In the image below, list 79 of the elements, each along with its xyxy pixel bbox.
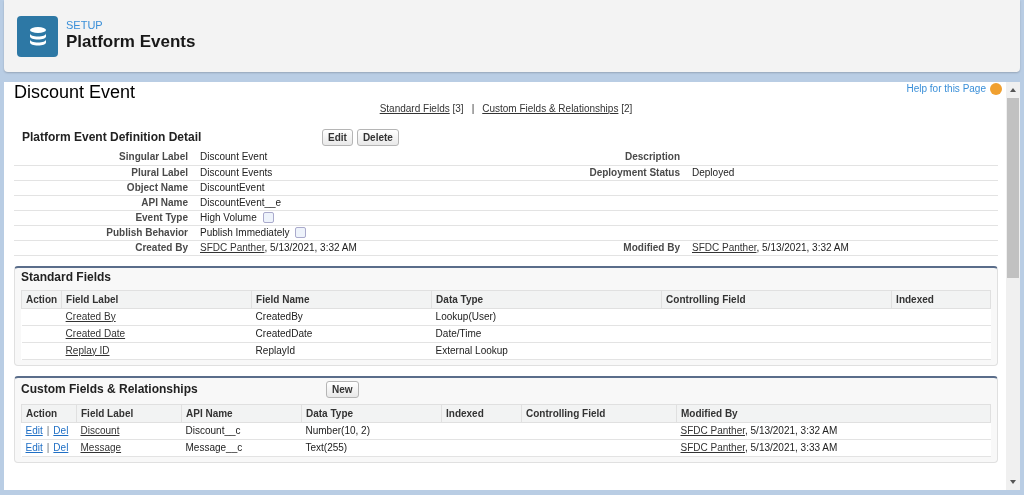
field-label: Plural Label [131, 166, 188, 178]
row-action-link[interactable]: Del [53, 424, 69, 436]
table-cell: External Lookup [431, 342, 662, 359]
column-header: Data Type [301, 404, 442, 422]
scroll-up-icon[interactable] [1009, 86, 1017, 94]
field-value: Publish Immediately [200, 226, 290, 238]
action-button[interactable]: Edit [322, 129, 353, 146]
field-value: Deployed [692, 166, 735, 178]
field-value: , 5/13/2021, 3:32 AM [756, 241, 849, 253]
scrollbar-thumb[interactable] [1007, 98, 1019, 278]
table-cell: CreatedDate [251, 325, 432, 342]
table-cell: Lookup(User) [431, 308, 662, 325]
section-title: Standard Fields [21, 270, 113, 284]
column-header: Field Label [76, 404, 182, 422]
info-icon[interactable] [262, 212, 274, 224]
breadcrumb-label: SETUP [66, 19, 104, 31]
field-label-link[interactable]: Message [80, 441, 122, 453]
user-link[interactable]: SFDC Panther [680, 441, 745, 453]
link-count: [3] [452, 103, 464, 114]
table-cell: Number(10, 2) [301, 422, 442, 439]
modified-date: , 5/13/2021, 3:33 AM [745, 441, 838, 453]
action-separator: | [46, 424, 50, 436]
field-value: , 5/13/2021, 3:32 AM [264, 241, 357, 253]
field-value: DiscountEvent__e [200, 196, 282, 208]
section-title: Platform Event Definition Detail [22, 131, 203, 144]
column-header: Field Label [61, 290, 252, 308]
field-label: Description [625, 151, 680, 162]
help-icon[interactable] [990, 82, 1002, 95]
link-separator: | [471, 103, 475, 114]
column-header: Data Type [431, 290, 662, 308]
column-header: Controlling Field [521, 404, 677, 422]
field-label: API Name [141, 196, 188, 208]
column-header: Field Name [251, 290, 432, 308]
field-label: Singular Label [119, 151, 188, 162]
record-title: Discount Event [14, 82, 136, 102]
row-action-link[interactable]: Edit [25, 441, 43, 453]
link-count: [2] [621, 103, 633, 114]
field-label-link[interactable]: Discount [80, 424, 120, 436]
field-label-link[interactable]: Created By [65, 310, 116, 322]
table-cell: CreatedBy [251, 308, 432, 325]
table-cell: Date/Time [431, 325, 662, 342]
new-button[interactable]: New [326, 380, 359, 398]
table-cell: Discount__c [181, 422, 302, 439]
page-title: Platform Events [66, 31, 196, 53]
field-label-link[interactable]: Replay ID [65, 344, 110, 356]
section-title: Custom Fields & Relationships [21, 382, 199, 396]
field-value: Discount Event [200, 151, 268, 162]
column-header: Action [21, 404, 77, 422]
action-separator: | [46, 441, 50, 453]
scroll-down-icon[interactable] [1009, 478, 1017, 486]
column-header: Action [21, 290, 62, 308]
row-action-link[interactable]: Del [53, 441, 69, 453]
column-header: Controlling Field [661, 290, 892, 308]
field-label: Event Type [135, 211, 188, 223]
help-link[interactable]: Help for this Page [906, 82, 986, 95]
field-label: Object Name [126, 181, 188, 193]
field-label: Deployment Status [589, 166, 680, 178]
column-header: Indexed [891, 290, 991, 308]
field-value: High Volume [200, 211, 257, 223]
table-cell: ReplayId [251, 342, 432, 359]
table-cell: Message__c [181, 439, 302, 456]
field-label-link[interactable]: Created Date [65, 327, 126, 339]
action-button[interactable]: Delete [356, 129, 399, 146]
related-list-link[interactable]: Custom Fields & Relationships [482, 103, 619, 114]
column-header: Indexed [441, 404, 522, 422]
related-list-link[interactable]: Standard Fields [379, 103, 450, 114]
field-value: DiscountEvent [200, 181, 265, 193]
database-icon [17, 15, 58, 57]
field-label: Publish Behavior [106, 226, 188, 238]
user-link[interactable]: SFDC Panther [680, 424, 745, 436]
column-header: Modified By [676, 404, 991, 422]
info-icon[interactable] [295, 227, 307, 239]
table-cell: Text(255) [301, 439, 442, 456]
field-label: Modified By [623, 241, 680, 253]
row-action-link[interactable]: Edit [25, 424, 43, 436]
column-header: API Name [181, 404, 302, 422]
field-label: Created By [135, 241, 188, 253]
modified-date: , 5/13/2021, 3:32 AM [745, 424, 838, 436]
field-value: Discount Events [200, 166, 273, 178]
